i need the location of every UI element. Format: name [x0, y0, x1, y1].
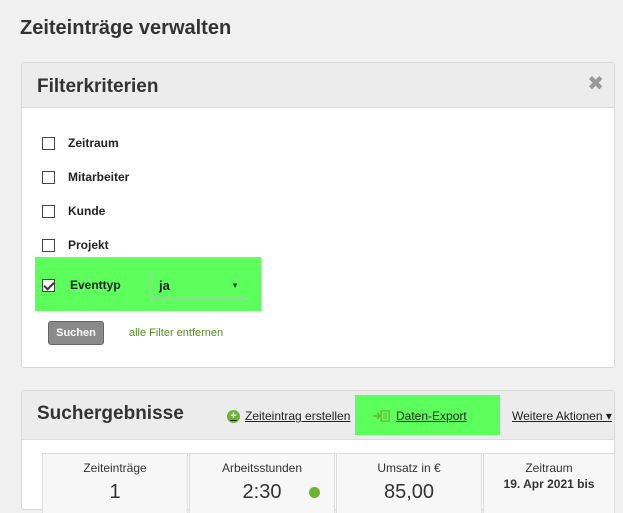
stat-label: Umsatz in € — [377, 461, 441, 475]
export-icon — [373, 410, 390, 422]
filter-row-zeitraum[interactable]: Zeitraum — [42, 135, 119, 151]
stats-row: Zeiteinträge 1 Arbeitsstunden 2:30 Umsat… — [42, 453, 616, 513]
more-actions-label: Weitere Aktionen ▾ — [512, 409, 612, 423]
filter-panel-header: Filterkriterien ✖ — [22, 63, 614, 108]
stat-label: Zeitraum — [525, 461, 573, 475]
eventtyp-selected-value: ja — [159, 277, 170, 293]
projekt-checkbox[interactable] — [42, 238, 55, 252]
stat-box-hours: Arbeitsstunden 2:30 — [189, 453, 335, 513]
results-panel-header: Suchergebnisse + Zeiteintrag erstellen D… — [22, 391, 614, 440]
filter-label: Projekt — [68, 238, 109, 252]
filter-label: Eventtyp — [70, 278, 121, 292]
filter-row-mitarbeiter[interactable]: Mitarbeiter — [42, 169, 129, 185]
data-export-link[interactable]: Daten-Export — [372, 409, 467, 423]
data-export-label: Daten-Export — [396, 409, 467, 423]
kunde-checkbox[interactable] — [42, 204, 55, 218]
eventtyp-checkbox[interactable] — [42, 278, 55, 292]
eventtyp-select[interactable]: ja ▼ — [150, 271, 248, 299]
filter-panel-title: Filterkriterien — [37, 76, 159, 97]
results-panel: Suchergebnisse + Zeiteintrag erstellen D… — [21, 390, 616, 513]
remove-filters-link[interactable]: alle Filter entfernen — [129, 327, 223, 339]
filter-panel: Filterkriterien ✖ Zeitraum Mitarbeiter K… — [21, 62, 615, 368]
chevron-down-icon: ▼ — [231, 280, 239, 290]
filter-row-kunde[interactable]: Kunde — [42, 203, 105, 219]
create-entry-label: Zeiteintrag erstellen — [245, 409, 351, 423]
search-button[interactable]: Suchen — [48, 321, 104, 345]
stat-value: 19. Apr 2021 bis — [503, 477, 595, 491]
stat-label: Zeiteinträge — [83, 461, 147, 475]
filter-label: Kunde — [68, 204, 106, 218]
stat-box-revenue: Umsatz in € 85,00 — [336, 453, 482, 513]
plus-icon: + — [227, 409, 240, 423]
filter-label: Mitarbeiter — [68, 170, 130, 184]
filter-row-eventtyp[interactable]: Eventtyp ja ▼ — [42, 269, 248, 301]
mitarbeiter-checkbox[interactable] — [42, 170, 55, 184]
page-title: Zeiteinträge verwalten — [20, 17, 232, 39]
filter-row-projekt[interactable]: Projekt — [42, 237, 109, 253]
close-icon[interactable]: ✖ — [587, 74, 604, 94]
filter-label: Zeitraum — [68, 136, 119, 150]
more-actions-menu[interactable]: Weitere Aktionen ▾ — [512, 409, 612, 423]
create-entry-link[interactable]: + Zeiteintrag erstellen — [227, 409, 350, 423]
stat-label: Arbeitsstunden — [221, 461, 303, 475]
stat-box-entries: Zeiteinträge 1 — [42, 453, 188, 513]
stat-box-period: Zeitraum 19. Apr 2021 bis — [483, 453, 615, 513]
results-title: Suchergebnisse — [37, 403, 184, 424]
zeitraum-checkbox[interactable] — [42, 136, 55, 150]
